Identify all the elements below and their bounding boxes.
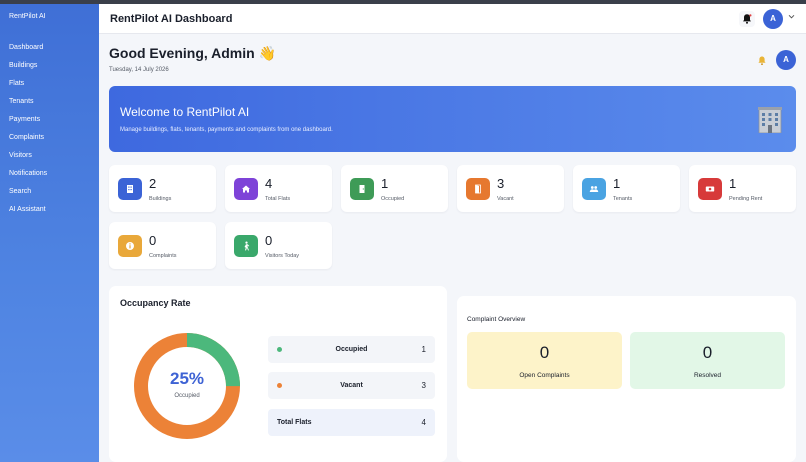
complaint-overview-title: Complaint Overview (467, 316, 526, 323)
total-value: 4 (421, 418, 426, 427)
sidebar-item-search[interactable]: Search (0, 183, 99, 201)
occupancy-donut: 25% Occupied (132, 331, 242, 441)
greeting-date: Tuesday, 14 July 2026 (109, 67, 169, 73)
building-icon (758, 107, 782, 133)
sidebar-item-visitors[interactable]: Visitors (0, 147, 99, 165)
profile-avatar[interactable]: A (776, 50, 796, 70)
occupancy-percent-label: Occupied (174, 393, 200, 399)
resolved-box[interactable]: 0 Resolved (630, 332, 785, 389)
bell-icon[interactable] (756, 54, 768, 72)
sidebar-item-ai-assistant[interactable]: AI Assistant (0, 201, 99, 219)
sidebar-item-dashboard[interactable]: Dashboard (0, 39, 99, 57)
legend-name: Vacant (340, 382, 363, 389)
sidebar-item-notifications[interactable]: Notifications (0, 165, 99, 183)
sidebar: RentPilot AI Dashboard Buildings Flats T… (0, 4, 99, 462)
stat-label: Occupied (381, 196, 405, 202)
sidebar-nav: Dashboard Buildings Flats Tenants Paymen… (0, 39, 99, 219)
welcome-subtitle: Manage buildings, flats, tenants, paymen… (120, 127, 333, 133)
money-icon (698, 178, 722, 200)
stat-label: Buildings (149, 196, 172, 202)
stat-value: 1 (729, 176, 737, 191)
occupancy-percent: 25% (169, 369, 205, 388)
stat-card-pending-rent[interactable]: 1 Pending Rent (689, 165, 796, 212)
legend-name: Occupied (335, 346, 368, 353)
stat-card-complaints[interactable]: 0 Complaints (109, 222, 216, 269)
stat-label: Pending Rent (729, 196, 763, 202)
sidebar-item-complaints[interactable]: Complaints (0, 129, 99, 147)
stat-label: Total Flats (265, 196, 291, 202)
door-open-icon (466, 178, 490, 200)
occupancy-panel: Occupancy Rate 25% Occupied Occupied 1 V… (109, 286, 447, 462)
resolved-value: 0 (702, 343, 713, 362)
header-title: RentPilot AI Dashboard (110, 13, 233, 25)
welcome-banner: Welcome to RentPilot AI Manage buildings… (109, 86, 796, 152)
stat-card-total-flats[interactable]: 4 Total Flats (225, 165, 332, 212)
stat-label: Vacant (497, 196, 514, 202)
open-complaints-box[interactable]: 0 Open Complaints (467, 332, 622, 389)
home-icon (234, 178, 258, 200)
door-icon (350, 178, 374, 200)
top-header: RentPilot AI Dashboard A (99, 4, 806, 34)
stat-value: 1 (613, 176, 621, 191)
resolved-label: Resolved (693, 372, 722, 379)
info-icon (118, 235, 142, 257)
stat-card-occupied[interactable]: 1 Occupied (341, 165, 448, 212)
stat-label: Tenants (613, 196, 633, 202)
welcome-title: Welcome to RentPilot AI (120, 105, 250, 119)
stat-value: 2 (149, 176, 157, 191)
stat-card-buildings[interactable]: 2 Buildings (109, 165, 216, 212)
complaint-overview-panel: Complaint Overview 0 Open Complaints 0 R… (457, 296, 796, 462)
legend-vacant: Vacant 3 (268, 372, 435, 399)
sidebar-item-flats[interactable]: Flats (0, 75, 99, 93)
stat-value: 3 (497, 176, 505, 191)
stat-value: 0 (149, 233, 157, 248)
stat-value: 0 (265, 233, 273, 248)
bell-icon (743, 14, 752, 24)
sidebar-item-buildings[interactable]: Buildings (0, 57, 99, 75)
greeting-title: Good Evening, Admin 👋 (109, 45, 277, 61)
legend-value: 1 (421, 345, 426, 354)
sidebar-item-payments[interactable]: Payments (0, 111, 99, 129)
legend-value: 3 (421, 381, 426, 390)
header-avatar[interactable]: A (763, 9, 783, 29)
users-icon (582, 178, 606, 200)
stat-card-visitors-today[interactable]: 0 Visitors Today (225, 222, 332, 269)
stat-value: 4 (265, 176, 273, 191)
building-icon (118, 178, 142, 200)
occupancy-title: Occupancy Rate (120, 298, 191, 308)
legend-total: Total Flats 4 (268, 409, 435, 436)
notifications-button[interactable] (739, 11, 755, 27)
stat-value: 1 (381, 176, 389, 191)
total-name: Total Flats (277, 419, 312, 426)
sidebar-item-tenants[interactable]: Tenants (0, 93, 99, 111)
open-complaints-value: 0 (539, 343, 550, 362)
sidebar-brand: RentPilot AI (9, 13, 46, 20)
walking-person-icon (234, 235, 258, 257)
stat-label: Complaints (149, 253, 177, 259)
stat-label: Visitors Today (265, 253, 300, 259)
stat-card-tenants[interactable]: 1 Tenants (573, 165, 680, 212)
open-complaints-label: Open Complaints (519, 372, 570, 379)
chevron-down-icon[interactable] (788, 13, 795, 22)
stat-card-vacant[interactable]: 3 Vacant (457, 165, 564, 212)
legend-occupied: Occupied 1 (268, 336, 435, 363)
